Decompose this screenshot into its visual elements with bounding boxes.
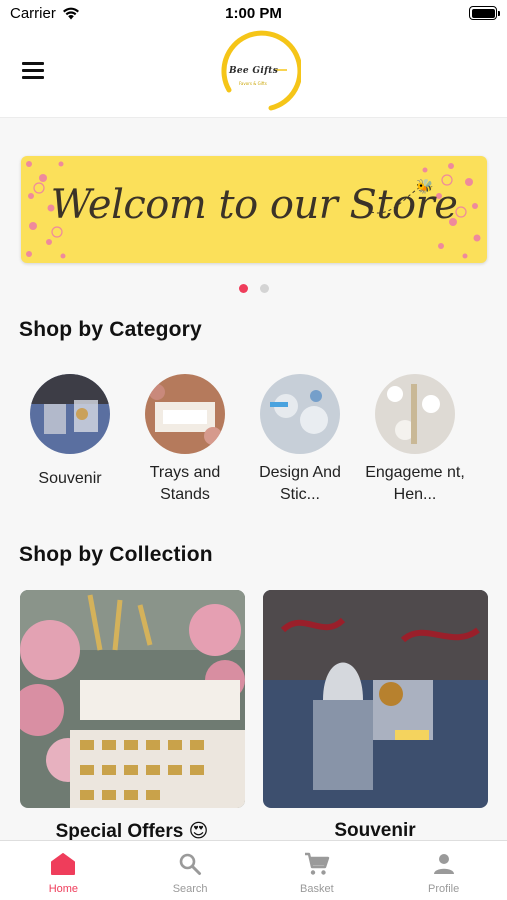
tab-search[interactable]: Search (127, 841, 254, 900)
category-item-engagement[interactable]: Engageme nt, Hen... (365, 366, 465, 506)
status-bar: Carrier 1:00 PM (0, 0, 507, 26)
tab-label: Profile (428, 883, 460, 895)
tab-profile[interactable]: Profile (380, 841, 507, 900)
tab-basket[interactable]: Basket (254, 841, 381, 900)
category-item-design[interactable]: Design And Stic... (250, 366, 350, 506)
category-label: Engageme nt, Hen... (365, 464, 465, 503)
category-item-souvenir[interactable]: Souvenir (20, 366, 120, 490)
category-image (30, 374, 110, 454)
svg-text:Favors & Gifts: Favors & Gifts (239, 81, 267, 86)
collection-label: Souvenir (334, 820, 416, 841)
welcome-banner[interactable]: 🐝 Welcom to our Store (21, 156, 487, 263)
carousel-dot-active[interactable] (238, 284, 248, 293)
carousel-dot[interactable] (259, 284, 269, 293)
search-icon (127, 850, 254, 878)
category-image (260, 374, 340, 454)
menu-icon[interactable] (22, 62, 46, 80)
tab-home[interactable]: Home (0, 841, 127, 900)
collection-image (263, 590, 488, 808)
category-label: Souvenir (38, 470, 102, 487)
app-header: Favors & Gifts Bee Gifts (0, 26, 507, 118)
banner-title: Welcom to our Store (50, 182, 458, 228)
category-section-title: Shop by Category (19, 318, 202, 341)
collection-card-souvenir[interactable] (263, 590, 488, 808)
status-time: 1:00 PM (225, 5, 282, 22)
collection-card-special-offers[interactable] (20, 590, 245, 808)
store-logo[interactable]: Favors & Gifts Bee Gifts (217, 30, 301, 114)
tab-label: Basket (300, 883, 334, 895)
carousel-indicator[interactable] (0, 284, 507, 293)
category-label: Design And Stic... (259, 464, 341, 503)
home-icon (0, 850, 127, 878)
cart-icon (254, 850, 381, 878)
category-item-trays[interactable]: Trays and Stands (135, 366, 235, 506)
battery-icon (469, 6, 500, 20)
tab-label: Home (48, 883, 79, 895)
category-label: Trays and Stands (149, 464, 221, 503)
logo-text: Bee Gifts (229, 66, 279, 76)
tab-label: Search (172, 883, 208, 895)
category-image (145, 374, 225, 454)
collection-section-title: Shop by Collection (19, 543, 213, 566)
collection-image (20, 590, 245, 808)
profile-icon (380, 850, 507, 878)
category-image (375, 374, 455, 454)
bottom-tab-bar: Home Search Basket Profile (0, 840, 507, 900)
